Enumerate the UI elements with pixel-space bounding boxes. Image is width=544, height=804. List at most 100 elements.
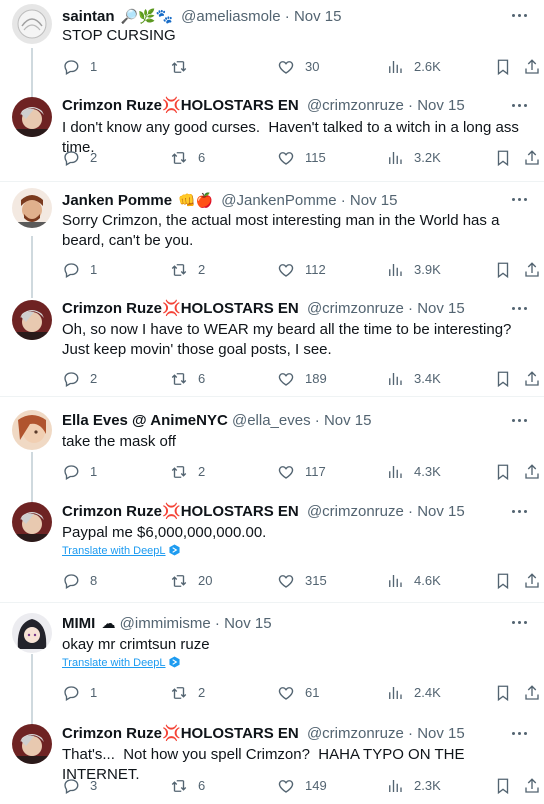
reply-button[interactable]: 2 <box>62 148 97 168</box>
like-button[interactable]: 30 <box>277 57 319 77</box>
retweet-button[interactable]: 6 <box>170 776 205 796</box>
retweet-button[interactable] <box>170 57 198 77</box>
more-icon[interactable] <box>512 613 530 633</box>
user-handle[interactable]: @crimzonruze <box>307 725 404 742</box>
like-button[interactable]: 315 <box>277 571 327 591</box>
display-name[interactable]: Crimzon Ruze <box>62 725 162 742</box>
user-handle[interactable]: @crimzonruze <box>307 97 404 114</box>
translate-link[interactable]: Translate with DeepL <box>62 656 180 670</box>
more-icon[interactable] <box>512 190 530 210</box>
display-name[interactable]: saintan <box>62 8 115 25</box>
views-button[interactable]: 3.9K <box>386 260 441 280</box>
bookmark-icon <box>497 262 509 279</box>
avatar[interactable] <box>12 410 52 450</box>
like-button[interactable]: 117 <box>277 462 326 482</box>
share-button[interactable] <box>523 683 541 703</box>
share-button[interactable] <box>523 462 541 482</box>
user-handle[interactable]: @crimzonruze <box>307 300 404 317</box>
share-button[interactable] <box>523 260 541 280</box>
reply-icon <box>64 574 79 589</box>
user-handle[interactable]: @ella_eves <box>232 412 311 429</box>
thread-line <box>31 452 33 502</box>
separator-dot: · <box>408 300 414 317</box>
user-handle[interactable]: @immimisme <box>120 615 211 632</box>
name-emoji: 👊🍎 <box>178 192 214 208</box>
avatar[interactable] <box>12 300 52 340</box>
user-handle[interactable]: @crimzonruze <box>307 503 404 520</box>
reply-button[interactable]: 3 <box>62 776 97 796</box>
reply-button[interactable]: 1 <box>62 260 97 280</box>
translate-link[interactable]: Translate with DeepL <box>62 544 180 558</box>
views-button[interactable]: 4.6K <box>386 571 441 591</box>
avatar[interactable] <box>12 188 52 228</box>
timestamp[interactable]: Nov 15 <box>294 8 342 25</box>
views-button[interactable]: 4.3K <box>386 462 441 482</box>
bookmark-button[interactable] <box>494 571 512 591</box>
tweet-header: Crimzon Ruze💢HOLOSTARS EN @crimzonruze ·… <box>62 96 465 116</box>
more-icon[interactable] <box>512 411 530 431</box>
share-button[interactable] <box>523 148 541 168</box>
bookmark-button[interactable] <box>494 776 512 796</box>
like-button[interactable]: 112 <box>277 260 326 280</box>
display-name[interactable]: Janken Pomme <box>62 192 172 209</box>
views-button[interactable]: 2.4K <box>386 683 441 703</box>
bookmark-button[interactable] <box>494 148 512 168</box>
views-button[interactable]: 3.2K <box>386 148 441 168</box>
avatar[interactable] <box>12 502 52 542</box>
retweet-icon <box>171 687 187 699</box>
user-handle[interactable]: @JankenPomme <box>221 192 336 209</box>
share-button[interactable] <box>523 369 541 389</box>
bookmark-button[interactable] <box>494 260 512 280</box>
more-icon[interactable] <box>512 96 530 116</box>
more-icon[interactable] <box>512 299 530 319</box>
reply-button[interactable]: 1 <box>62 57 97 77</box>
views-button[interactable]: 2.6K <box>386 57 441 77</box>
retweet-button[interactable]: 2 <box>170 683 205 703</box>
timestamp[interactable]: Nov 15 <box>350 192 398 209</box>
retweet-button[interactable]: 20 <box>170 571 212 591</box>
display-name[interactable]: Crimzon Ruze <box>62 300 162 317</box>
avatar[interactable] <box>12 724 52 764</box>
timestamp[interactable]: Nov 15 <box>324 412 372 429</box>
user-handle[interactable]: @ameliasmole <box>181 8 280 25</box>
share-button[interactable] <box>523 57 541 77</box>
display-name[interactable]: Ella Eves @ AnimeNYC <box>62 412 228 429</box>
timestamp[interactable]: Nov 15 <box>417 503 465 520</box>
more-icon[interactable] <box>512 724 530 744</box>
like-button[interactable]: 61 <box>277 683 319 703</box>
like-button[interactable]: 189 <box>277 369 327 389</box>
retweet-button[interactable]: 2 <box>170 462 205 482</box>
bookmark-button[interactable] <box>494 462 512 482</box>
bookmark-button[interactable] <box>494 683 512 703</box>
display-name[interactable]: MIMI <box>62 615 95 632</box>
reply-button[interactable]: 1 <box>62 462 97 482</box>
avatar[interactable] <box>12 4 52 44</box>
more-icon[interactable] <box>512 502 530 522</box>
timestamp[interactable]: Nov 15 <box>417 300 465 317</box>
like-button[interactable]: 115 <box>277 148 326 168</box>
retweet-button[interactable]: 6 <box>170 369 205 389</box>
bookmark-button[interactable] <box>494 57 512 77</box>
more-icon[interactable] <box>512 6 530 26</box>
share-button[interactable] <box>523 571 541 591</box>
reply-button[interactable]: 2 <box>62 369 97 389</box>
name-emoji: 💢HOLOSTARS EN <box>162 725 299 742</box>
name-emoji: 💢HOLOSTARS EN <box>162 503 299 520</box>
share-button[interactable] <box>523 776 541 796</box>
avatar[interactable] <box>12 97 52 137</box>
avatar[interactable] <box>12 613 52 653</box>
retweet-button[interactable]: 6 <box>170 148 205 168</box>
views-button[interactable]: 3.4K <box>386 369 441 389</box>
timestamp[interactable]: Nov 15 <box>224 615 272 632</box>
reply-button[interactable]: 1 <box>62 683 97 703</box>
bookmark-button[interactable] <box>494 369 512 389</box>
display-name[interactable]: Crimzon Ruze <box>62 503 162 520</box>
retweet-button[interactable]: 2 <box>170 260 205 280</box>
like-icon <box>278 780 294 793</box>
like-button[interactable]: 149 <box>277 776 327 796</box>
reply-button[interactable]: 8 <box>62 571 97 591</box>
views-button[interactable]: 2.3K <box>386 776 441 796</box>
display-name[interactable]: Crimzon Ruze <box>62 97 162 114</box>
timestamp[interactable]: Nov 15 <box>417 725 465 742</box>
timestamp[interactable]: Nov 15 <box>417 97 465 114</box>
